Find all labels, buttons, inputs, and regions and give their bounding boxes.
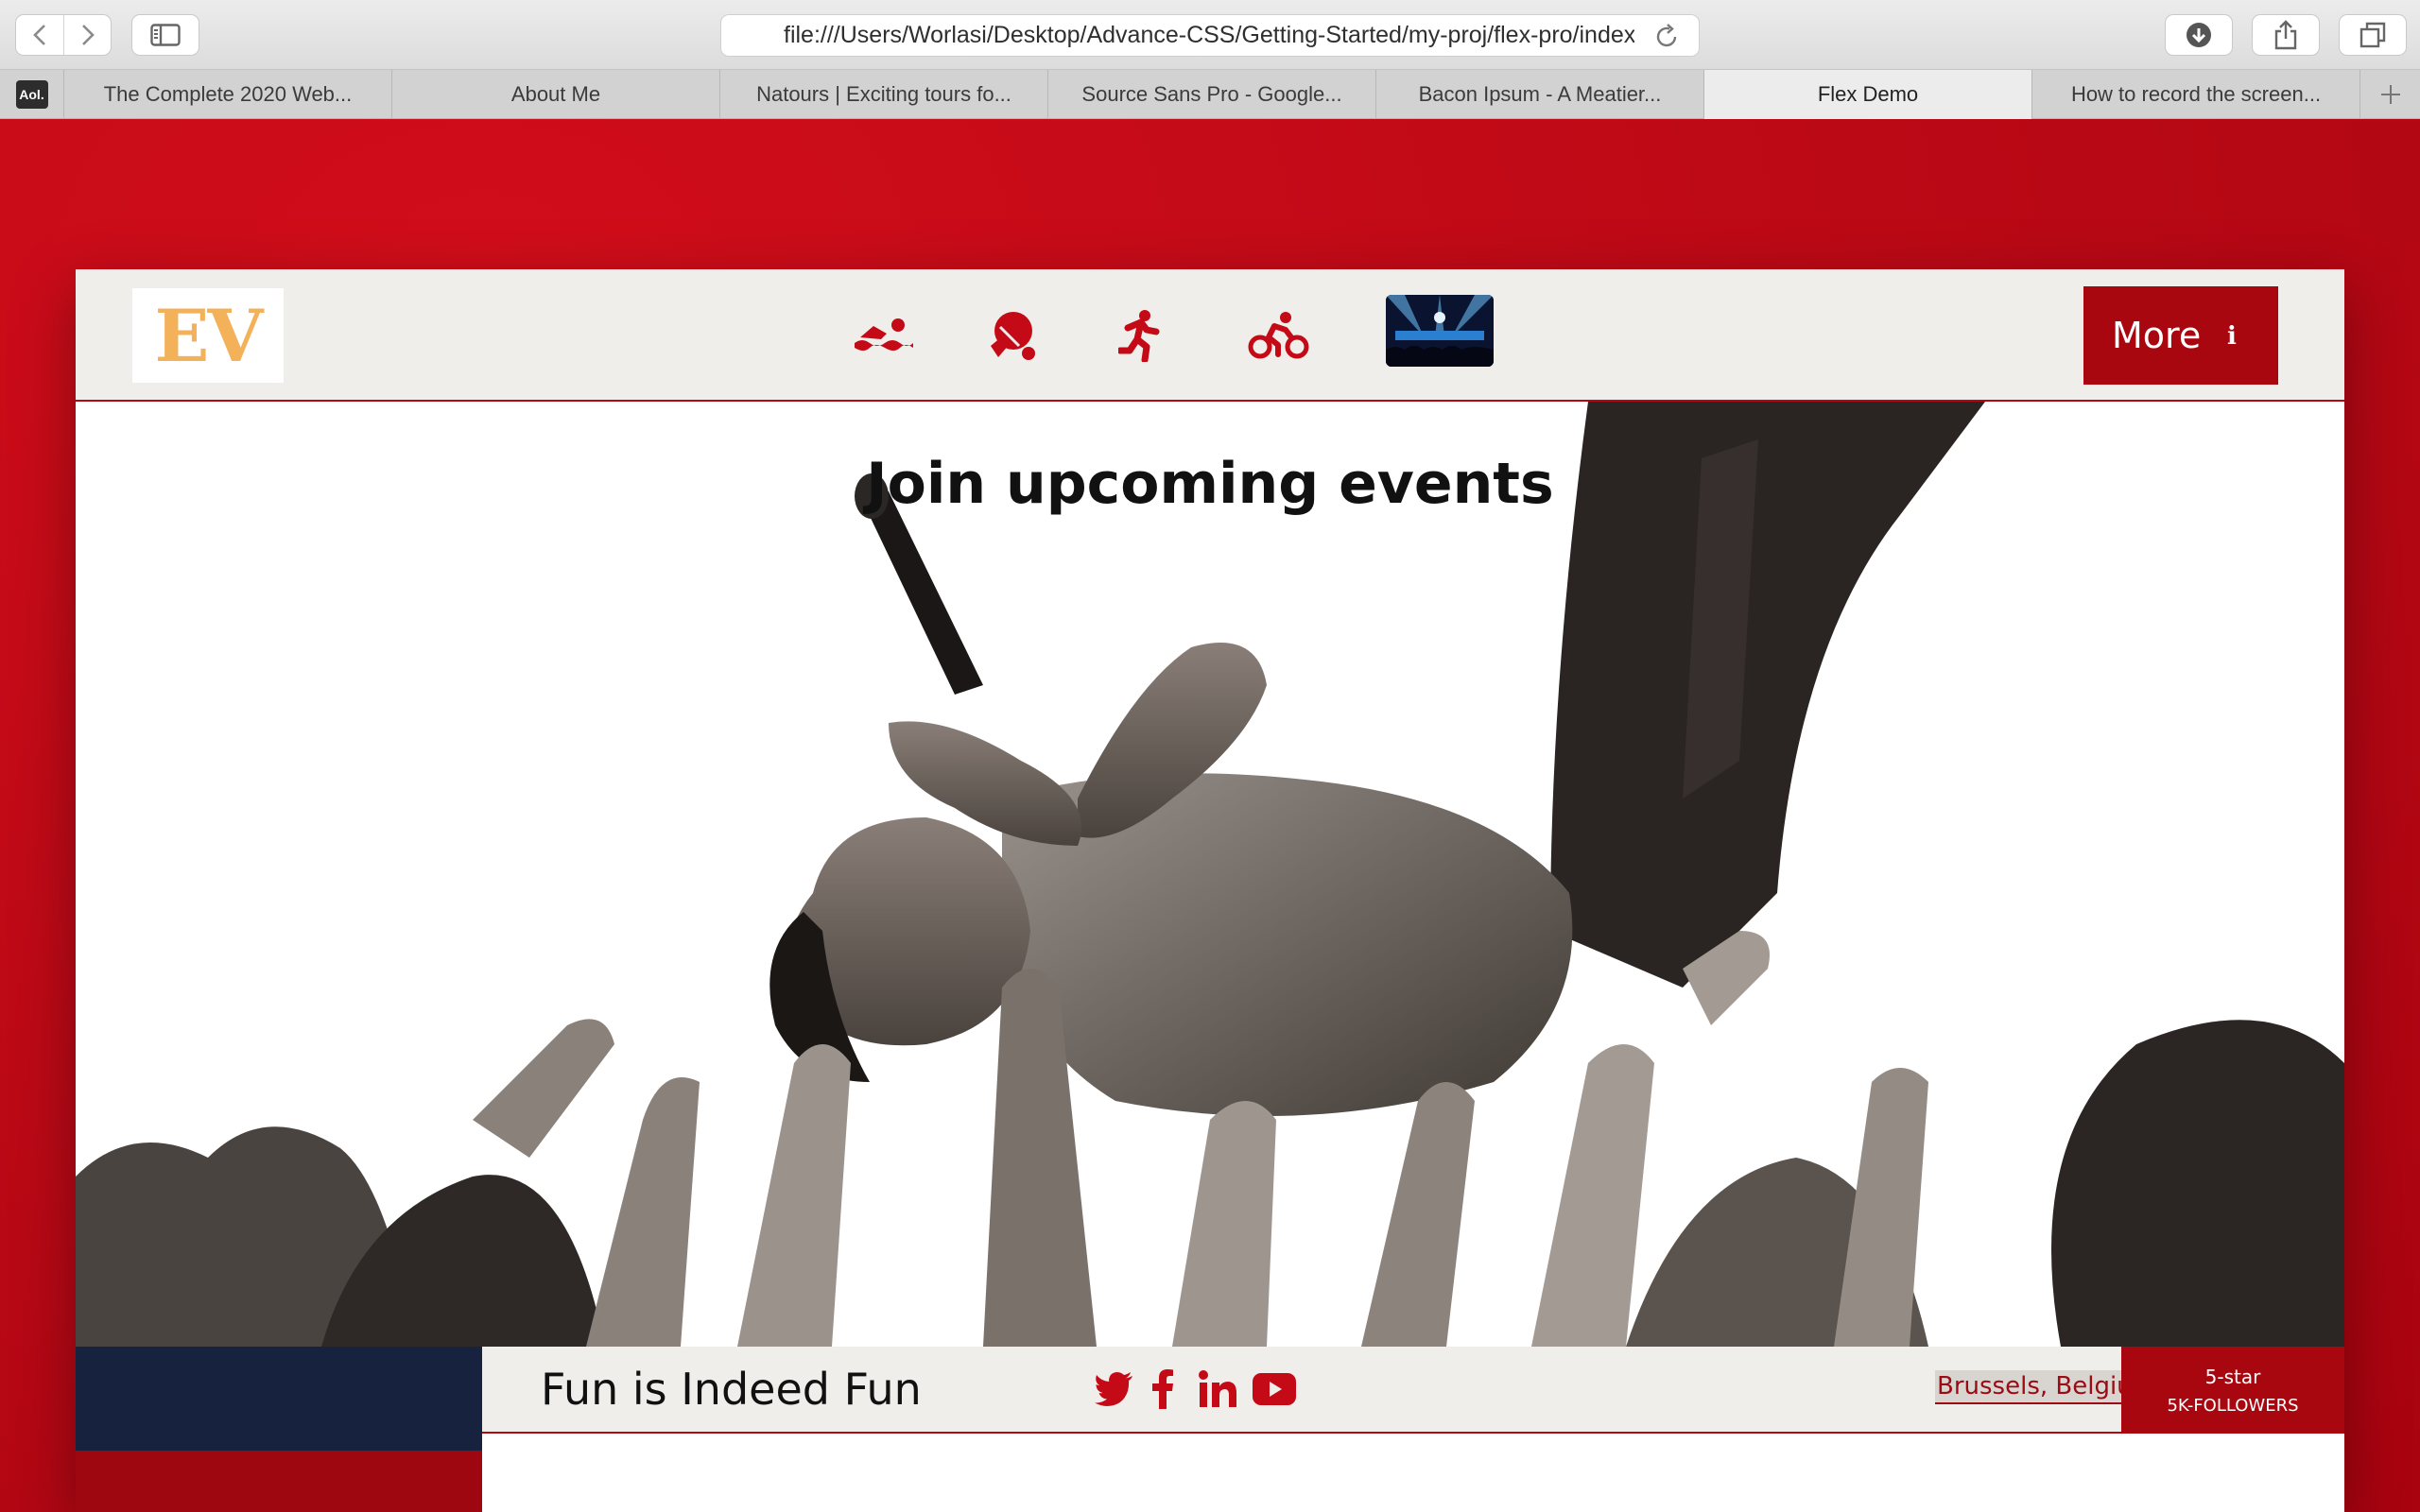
share-button[interactable] <box>2252 14 2320 56</box>
linkedin-icon <box>1199 1370 1236 1407</box>
facebook-icon <box>1152 1369 1173 1409</box>
tab-2[interactable]: About Me <box>392 70 720 119</box>
twitter-link[interactable] <box>1095 1367 1134 1411</box>
tab-overview-button[interactable] <box>2339 14 2407 56</box>
facebook-link[interactable] <box>1151 1367 1174 1411</box>
share-icon <box>2274 20 2297 50</box>
more-label: More <box>2112 315 2202 356</box>
navy-block <box>76 1347 482 1451</box>
concert-photo <box>1386 295 1494 367</box>
nav-running[interactable] <box>1115 298 1163 373</box>
nav-swimming[interactable] <box>851 298 917 373</box>
linkedin-link[interactable] <box>1199 1367 1236 1411</box>
sidebar-icon <box>150 24 181 46</box>
download-icon <box>2187 23 2211 47</box>
site-logo[interactable]: EV <box>132 288 284 383</box>
hero-section: Join upcoming events <box>76 402 2344 1347</box>
reload-icon <box>1656 24 1677 47</box>
more-button[interactable]: More i <box>2083 286 2278 385</box>
url-text: file:///Users/Worlasi/Desktop/Advance-CS… <box>784 22 1634 48</box>
browser-toolbar: file:///Users/Worlasi/Desktop/Advance-CS… <box>0 0 2420 70</box>
tab-6-active[interactable]: Flex Demo <box>1704 70 2032 119</box>
downloads-button[interactable] <box>2165 14 2233 56</box>
info-icon: i <box>2227 322 2237 351</box>
back-button[interactable] <box>16 15 63 55</box>
tab-3[interactable]: Natours | Exciting tours fo... <box>720 70 1048 119</box>
tab-5[interactable]: Bacon Ipsum - A Meatier... <box>1376 70 1704 119</box>
plus-icon <box>2380 84 2400 104</box>
hero-title: Join upcoming events <box>866 451 1554 517</box>
nav-cycling[interactable] <box>1246 298 1312 373</box>
swimming-icon <box>855 318 913 351</box>
reload-button[interactable] <box>1655 23 1680 53</box>
tagline: Fun is Indeed Fun <box>541 1364 922 1415</box>
tab-7[interactable]: How to record the screen... <box>2032 70 2360 119</box>
nav-concert-photo[interactable] <box>1386 295 1494 367</box>
content-area <box>482 1435 2344 1512</box>
tab-4[interactable]: Source Sans Pro - Google... <box>1048 70 1376 119</box>
address-bar[interactable]: file:///Users/Worlasi/Desktop/Advance-CS… <box>720 14 1700 57</box>
followers-text: 5K-FOLLOWERS <box>2167 1396 2299 1416</box>
history-nav <box>15 14 112 56</box>
aol-icon: Aol. <box>15 80 48 109</box>
nav-table-tennis[interactable] <box>983 298 1040 373</box>
sidebar-toggle-button[interactable] <box>131 14 199 56</box>
red-block <box>76 1451 482 1512</box>
running-icon <box>1118 310 1160 362</box>
followers-badge: 5-star 5K-FOLLOWERS <box>2121 1347 2344 1434</box>
site-header: EV More i <box>76 269 2344 402</box>
chevron-left-icon <box>33 25 45 45</box>
forward-button[interactable] <box>63 15 111 55</box>
cycling-icon <box>1248 312 1309 359</box>
twitter-icon <box>1095 1372 1132 1406</box>
tab-1[interactable]: The Complete 2020 Web... <box>64 70 392 119</box>
chevron-right-icon <box>81 25 95 45</box>
new-tab-button[interactable] <box>2360 70 2420 118</box>
rating-text: 5-star <box>2204 1366 2261 1388</box>
youtube-link[interactable] <box>1253 1367 1296 1411</box>
tabs-icon <box>2360 22 2386 48</box>
crowd-surfer-photo <box>76 402 2344 1347</box>
pinned-tab[interactable]: Aol. <box>0 70 64 119</box>
event-card: EV More i Join upcoming events Fun is In… <box>76 269 2344 1512</box>
info-bar: Fun is Indeed Fun Brussels, Belgium <box>482 1347 2344 1434</box>
table-tennis-icon <box>991 312 1035 360</box>
youtube-icon <box>1253 1373 1296 1405</box>
tab-bar: Aol. The Complete 2020 Web... About Me N… <box>0 70 2420 119</box>
